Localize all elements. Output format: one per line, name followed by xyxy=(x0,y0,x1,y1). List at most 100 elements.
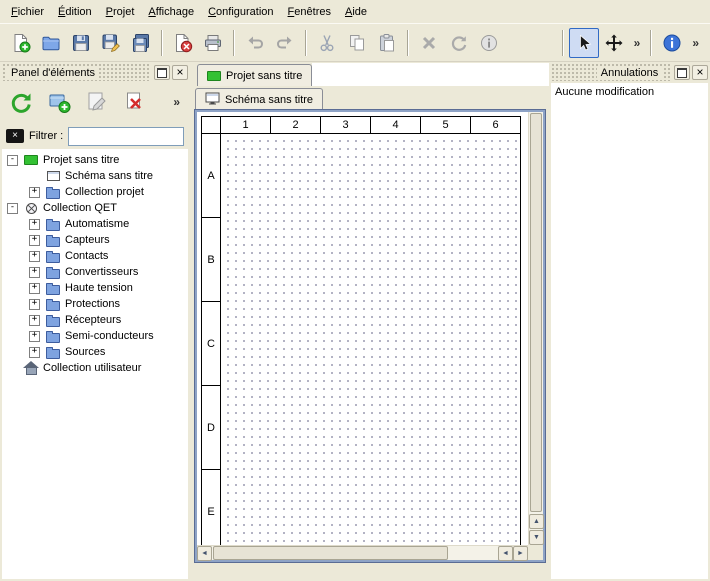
tree-item-automatisme[interactable]: + Automatisme xyxy=(2,216,188,232)
menu-edition[interactable]: Édition xyxy=(51,2,99,22)
project-icon xyxy=(207,71,221,81)
copy-icon xyxy=(347,33,367,53)
tree-item-label: Capteurs xyxy=(65,234,110,246)
tree-item-label: Collection QET xyxy=(43,202,117,214)
horizontal-scrollbar-thumb[interactable] xyxy=(213,546,448,560)
expander-icon[interactable]: - xyxy=(7,203,18,214)
edit-element-button[interactable] xyxy=(81,86,113,118)
vertical-scrollbar-thumb[interactable] xyxy=(530,113,542,512)
folder-icon xyxy=(45,329,61,343)
tree-item-recepteurs[interactable]: + Récepteurs xyxy=(2,312,188,328)
dock-close-button[interactable]: × xyxy=(172,65,188,80)
clear-filter-button[interactable]: × xyxy=(6,129,24,143)
select-mode-button[interactable] xyxy=(569,28,599,58)
grid-row-label: E xyxy=(201,470,221,545)
grid-column-label: 6 xyxy=(471,116,521,134)
pan-mode-button[interactable] xyxy=(599,28,629,58)
dock-float-button[interactable] xyxy=(154,65,170,80)
toolbar-separator xyxy=(161,30,163,56)
filter-input[interactable] xyxy=(68,127,184,146)
grid-row-label: B xyxy=(201,218,221,302)
elements-panel-toolbar: » xyxy=(0,81,190,123)
tree-item-semi-conducteurs[interactable]: + Semi-conducteurs xyxy=(2,328,188,344)
toolbar-overflow-chevron[interactable]: » xyxy=(629,36,646,50)
panel-overflow-chevron[interactable]: » xyxy=(168,95,185,109)
menu-configuration[interactable]: Configuration xyxy=(201,2,280,22)
undo-history-list[interactable]: Aucune modification xyxy=(551,83,708,579)
expander-icon[interactable]: + xyxy=(29,187,40,198)
project-info-button[interactable] xyxy=(657,28,687,58)
tree-item-capteurs[interactable]: + Capteurs xyxy=(2,232,188,248)
tree-item-collection-qet[interactable]: - Collection QET xyxy=(2,200,188,216)
expander-icon[interactable]: + xyxy=(29,267,40,278)
new-element-button[interactable] xyxy=(43,86,75,118)
paste-icon xyxy=(377,33,397,53)
new-file-button[interactable] xyxy=(6,28,36,58)
menu-affichage[interactable]: Affichage xyxy=(141,2,201,22)
tree-item-schema-sans-titre[interactable]: Schéma sans titre xyxy=(2,168,188,184)
undo-dock-titlebar[interactable]: Annulations × xyxy=(551,64,708,81)
qet-collection-icon xyxy=(23,201,39,215)
delete-button[interactable] xyxy=(414,28,444,58)
save-as-button[interactable] xyxy=(96,28,126,58)
element-info-button[interactable] xyxy=(474,28,504,58)
expander-icon[interactable]: + xyxy=(29,283,40,294)
scroll-up-button[interactable]: ▲ xyxy=(529,514,544,529)
menu-fenetres[interactable]: Fenêtres xyxy=(281,2,338,22)
undo-button[interactable] xyxy=(240,28,270,58)
undo-history-dock: Annulations × Aucune modification xyxy=(549,62,710,581)
close-icon: × xyxy=(696,66,703,78)
menu-aide[interactable]: Aide xyxy=(338,2,374,22)
expander-icon[interactable]: + xyxy=(29,315,40,326)
expander-icon[interactable]: + xyxy=(29,347,40,358)
scroll-left-button[interactable]: ◄ xyxy=(197,546,212,561)
expander-icon[interactable]: + xyxy=(29,331,40,342)
redo-button[interactable] xyxy=(270,28,300,58)
close-file-button[interactable] xyxy=(168,28,198,58)
tree-item-haute-tension[interactable]: + Haute tension xyxy=(2,280,188,296)
toolbar-overflow-chevron-2[interactable]: » xyxy=(687,36,704,50)
menu-projet[interactable]: Projet xyxy=(99,2,142,22)
float-icon xyxy=(677,68,687,78)
expander-icon[interactable]: + xyxy=(29,299,40,310)
scroll-down-button[interactable]: ▼ xyxy=(529,530,544,545)
tab-projet-sans-titre[interactable]: Projet sans titre xyxy=(197,64,312,86)
diagram-canvas[interactable]: 1 2 3 4 5 6 A B C D E xyxy=(197,112,528,545)
scroll-right-button[interactable]: ► xyxy=(513,546,528,561)
tab-schema-sans-titre[interactable]: Schéma sans titre xyxy=(195,88,323,110)
cut-button[interactable] xyxy=(312,28,342,58)
tree-item-convertisseurs[interactable]: + Convertisseurs xyxy=(2,264,188,280)
menu-fichier[interactable]: Fichier xyxy=(4,2,51,22)
open-file-button[interactable] xyxy=(36,28,66,58)
dotted-grid-area[interactable] xyxy=(221,134,521,545)
rotate-button[interactable] xyxy=(444,28,474,58)
vertical-scrollbar[interactable]: ▲ ▼ xyxy=(528,112,543,545)
save-all-button[interactable] xyxy=(126,28,156,58)
tree-item-protections[interactable]: + Protections xyxy=(2,296,188,312)
reload-collections-button[interactable] xyxy=(5,86,37,118)
horizontal-scrollbar[interactable]: ◄ ◄ ► xyxy=(197,545,528,560)
copy-button[interactable] xyxy=(342,28,372,58)
elements-panel-titlebar[interactable]: Panel d'éléments × xyxy=(2,64,188,81)
paste-button[interactable] xyxy=(372,28,402,58)
close-file-icon xyxy=(173,33,193,53)
expander-icon[interactable]: + xyxy=(29,235,40,246)
scroll-left-button-2[interactable]: ◄ xyxy=(498,546,513,561)
expander-icon[interactable]: - xyxy=(7,155,18,166)
tree-item-projet-sans-titre[interactable]: - Projet sans titre xyxy=(2,152,188,168)
tree-item-sources[interactable]: + Sources xyxy=(2,344,188,360)
grid-column-label: 3 xyxy=(321,116,371,134)
tree-item-label: Sources xyxy=(65,346,105,358)
expander-icon[interactable]: + xyxy=(29,219,40,230)
print-button[interactable] xyxy=(198,28,228,58)
save-button[interactable] xyxy=(66,28,96,58)
delete-element-button[interactable] xyxy=(119,86,151,118)
horizontal-scrollbar-track[interactable] xyxy=(212,546,498,561)
tree-item-collection-utilisateur[interactable]: Collection utilisateur xyxy=(2,360,188,376)
dock-close-button[interactable]: × xyxy=(692,65,708,80)
tree-item-collection-projet[interactable]: + Collection projet xyxy=(2,184,188,200)
grid-column-label: 1 xyxy=(221,116,271,134)
expander-icon[interactable]: + xyxy=(29,251,40,262)
dock-float-button[interactable] xyxy=(674,65,690,80)
tree-item-contacts[interactable]: + Contacts xyxy=(2,248,188,264)
